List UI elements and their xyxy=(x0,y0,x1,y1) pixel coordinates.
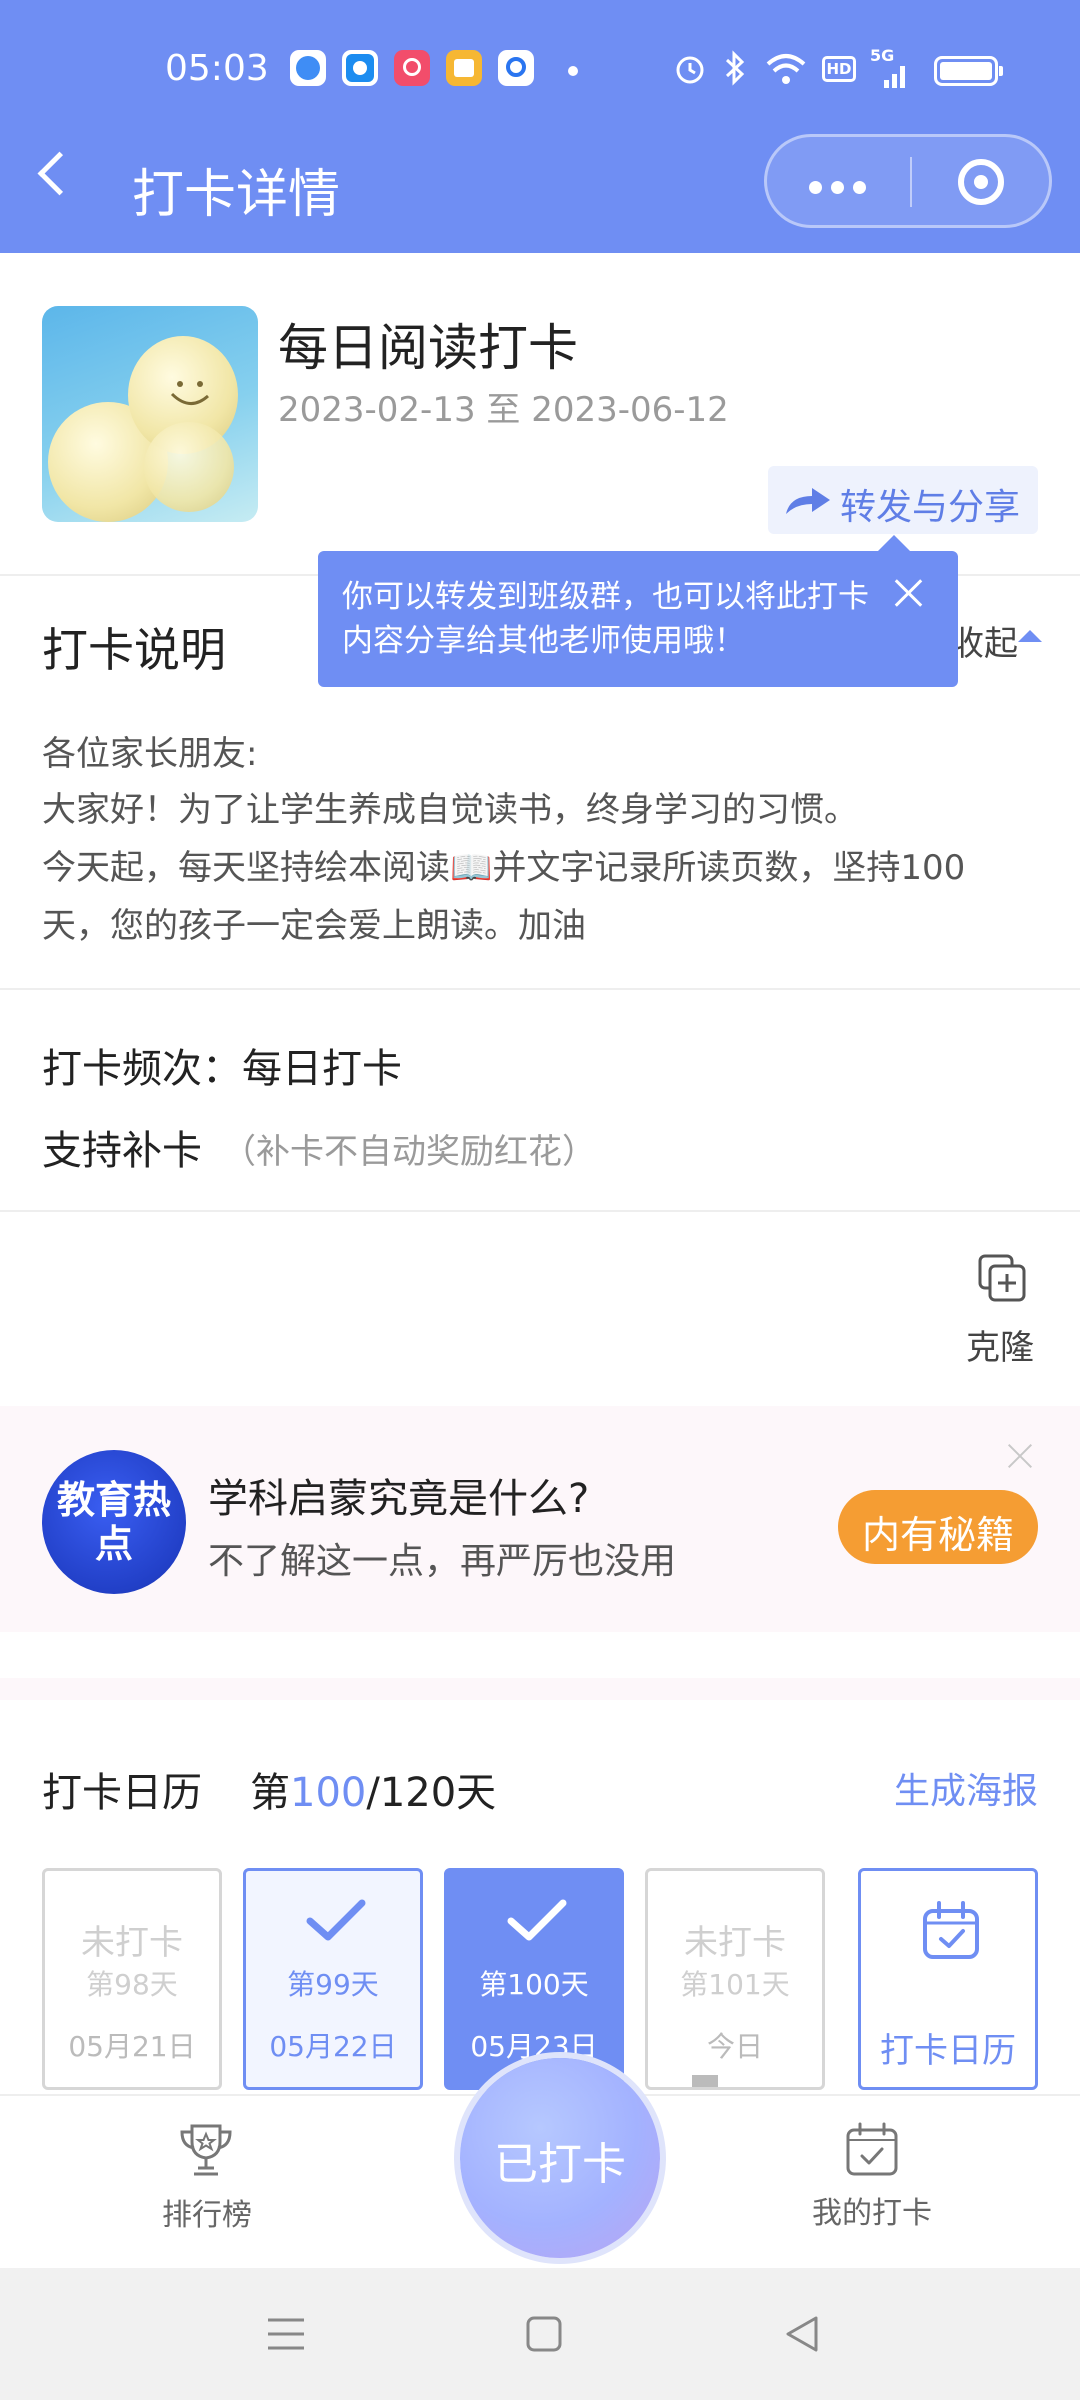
day-number: 第98天 xyxy=(86,1968,178,2001)
section-divider xyxy=(0,1210,1080,1212)
share-tooltip: 你可以转发到班级群，也可以将此打卡内容分享给其他老师使用哦！ xyxy=(318,535,958,687)
tab-ranking[interactable]: 排行榜 xyxy=(162,2190,252,2234)
day-number: 第101天 xyxy=(680,1968,790,2001)
mini-program-capsule xyxy=(764,134,1052,228)
calendar-progress: 第100/120天 xyxy=(250,1770,497,1816)
more-menu-icon[interactable] xyxy=(853,181,866,194)
notification-app-icon xyxy=(342,50,378,86)
trophy-icon[interactable] xyxy=(176,2120,236,2180)
activity-title: 每日阅读打卡 xyxy=(278,319,578,377)
notification-app-icon xyxy=(446,50,482,86)
generate-poster-link[interactable]: 生成海报 xyxy=(894,1762,1038,1814)
menu-icon[interactable] xyxy=(266,2314,306,2354)
tooltip-close-icon[interactable] xyxy=(890,575,926,611)
checkmark-icon xyxy=(507,1899,567,1941)
activity-date-range: 2023-02-13 至 2023-06-12 xyxy=(278,390,729,430)
notification-app-icon xyxy=(498,50,534,86)
activity-thumbnail xyxy=(42,306,258,522)
collapse-arrow-icon[interactable] xyxy=(1018,630,1042,642)
capsule-divider xyxy=(910,157,912,207)
makeup-note: （补卡不自动奖励红花） xyxy=(222,1132,596,1172)
close-mini-program-icon[interactable] xyxy=(958,159,1004,205)
calendar-title: 打卡日历 xyxy=(42,1770,202,1816)
more-menu-icon[interactable] xyxy=(809,181,822,194)
calendar-button-label: 打卡日历 xyxy=(880,2031,1016,2071)
ad-subtitle: 不了解这一点，再严厉也没用 xyxy=(208,1541,677,1582)
day-date: 05月21日 xyxy=(68,2030,196,2063)
share-arrow-icon xyxy=(786,488,830,514)
makeup-support: 支持补卡 xyxy=(42,1128,202,1174)
calendar-day-card-selected[interactable]: 第100天 05月23日 xyxy=(444,1868,624,2090)
share-button[interactable]: 转发与分享 xyxy=(768,466,1038,534)
punch-frequency: 打卡频次：每日打卡 xyxy=(42,1046,402,1092)
more-menu-icon[interactable] xyxy=(831,181,844,194)
today-marker xyxy=(692,2075,718,2087)
day-status: 未打卡 xyxy=(684,1923,786,1963)
top-bar: 05:03 HD 5G 打卡详情 xyxy=(0,0,1080,253)
section-divider xyxy=(0,988,1080,990)
day-date: 05月22日 xyxy=(269,2030,397,2063)
home-icon[interactable] xyxy=(524,2314,564,2354)
calendar-day-card[interactable]: 第99天 05月22日 xyxy=(243,1868,423,2090)
punch-in-button[interactable]: 已打卡 xyxy=(460,2058,660,2258)
status-time: 05:03 xyxy=(165,48,269,89)
clone-icon[interactable] xyxy=(976,1252,1028,1304)
current-day-number: 100 xyxy=(290,1770,367,1816)
battery-icon xyxy=(934,56,1003,86)
page-title: 打卡详情 xyxy=(132,165,341,225)
calendar-day-card[interactable]: 未打卡 第98天 05月21日 xyxy=(42,1868,222,2090)
back-arrow-icon[interactable] xyxy=(37,151,82,196)
notification-app-icon xyxy=(394,50,430,86)
education-hotspot-badge: 教育热点 xyxy=(42,1450,186,1594)
day-number: 第99天 xyxy=(287,1968,379,2001)
day-number: 第100天 xyxy=(479,1968,589,2001)
ad-close-icon[interactable] xyxy=(1004,1440,1036,1472)
day-date: 今日 xyxy=(706,2030,763,2063)
description-title: 打卡说明 xyxy=(42,623,226,677)
share-button-label: 转发与分享 xyxy=(840,487,1021,528)
ad-cta-label: 内有秘籍 xyxy=(861,1513,1014,1557)
hd-indicator: HD xyxy=(822,56,856,82)
tooltip-text: 你可以转发到班级群，也可以将此打卡内容分享给其他老师使用哦！ xyxy=(342,579,869,659)
notification-app-icon xyxy=(290,50,326,86)
ad-badge-text: 教育热点 xyxy=(56,1478,171,1566)
alarm-icon xyxy=(676,56,704,84)
day-status: 未打卡 xyxy=(81,1923,183,1963)
ad-banner[interactable]: 教育热点 学科启蒙究竟是什么? 不了解这一点，再严厉也没用 内有秘籍 xyxy=(0,1406,1080,1632)
description-line: 天，您的孩子一定会爱上朗读。加油 xyxy=(42,906,586,946)
ad-cta-button[interactable]: 内有秘籍 xyxy=(838,1490,1038,1564)
description-line: 大家好！为了让学生养成自觉读书，终身学习的习惯。 xyxy=(42,790,858,830)
checkmark-icon xyxy=(306,1899,366,1941)
wifi-icon xyxy=(766,54,806,84)
back-triangle-icon[interactable] xyxy=(782,2314,822,2354)
system-navigation-bar xyxy=(0,2268,1080,2400)
calendar-open-button[interactable]: 打卡日历 xyxy=(858,1868,1038,2090)
calendar-day-card-today[interactable]: 未打卡 第101天 今日 xyxy=(645,1868,825,2090)
punch-in-label: 已打卡 xyxy=(494,2139,626,2190)
section-gap xyxy=(0,1678,1080,1700)
description-line: 今天起，每天坚持绘本阅读📖并文字记录所读页数，坚持100 xyxy=(42,848,966,888)
day-date: 05月23日 xyxy=(470,2030,598,2063)
collapse-toggle[interactable]: 收起 xyxy=(950,616,1018,665)
more-notifications-dot xyxy=(568,66,578,76)
description-line: 各位家长朋友: xyxy=(42,734,258,774)
calendar-check-icon xyxy=(923,1901,979,1959)
clone-label[interactable]: 克隆 xyxy=(966,1320,1034,1369)
my-punch-icon[interactable] xyxy=(842,2120,902,2180)
ad-title: 学科启蒙究竟是什么? xyxy=(208,1476,590,1522)
bluetooth-icon xyxy=(725,50,745,86)
tab-my-punch[interactable]: 我的打卡 xyxy=(812,2188,932,2232)
signal-icon xyxy=(884,66,905,88)
